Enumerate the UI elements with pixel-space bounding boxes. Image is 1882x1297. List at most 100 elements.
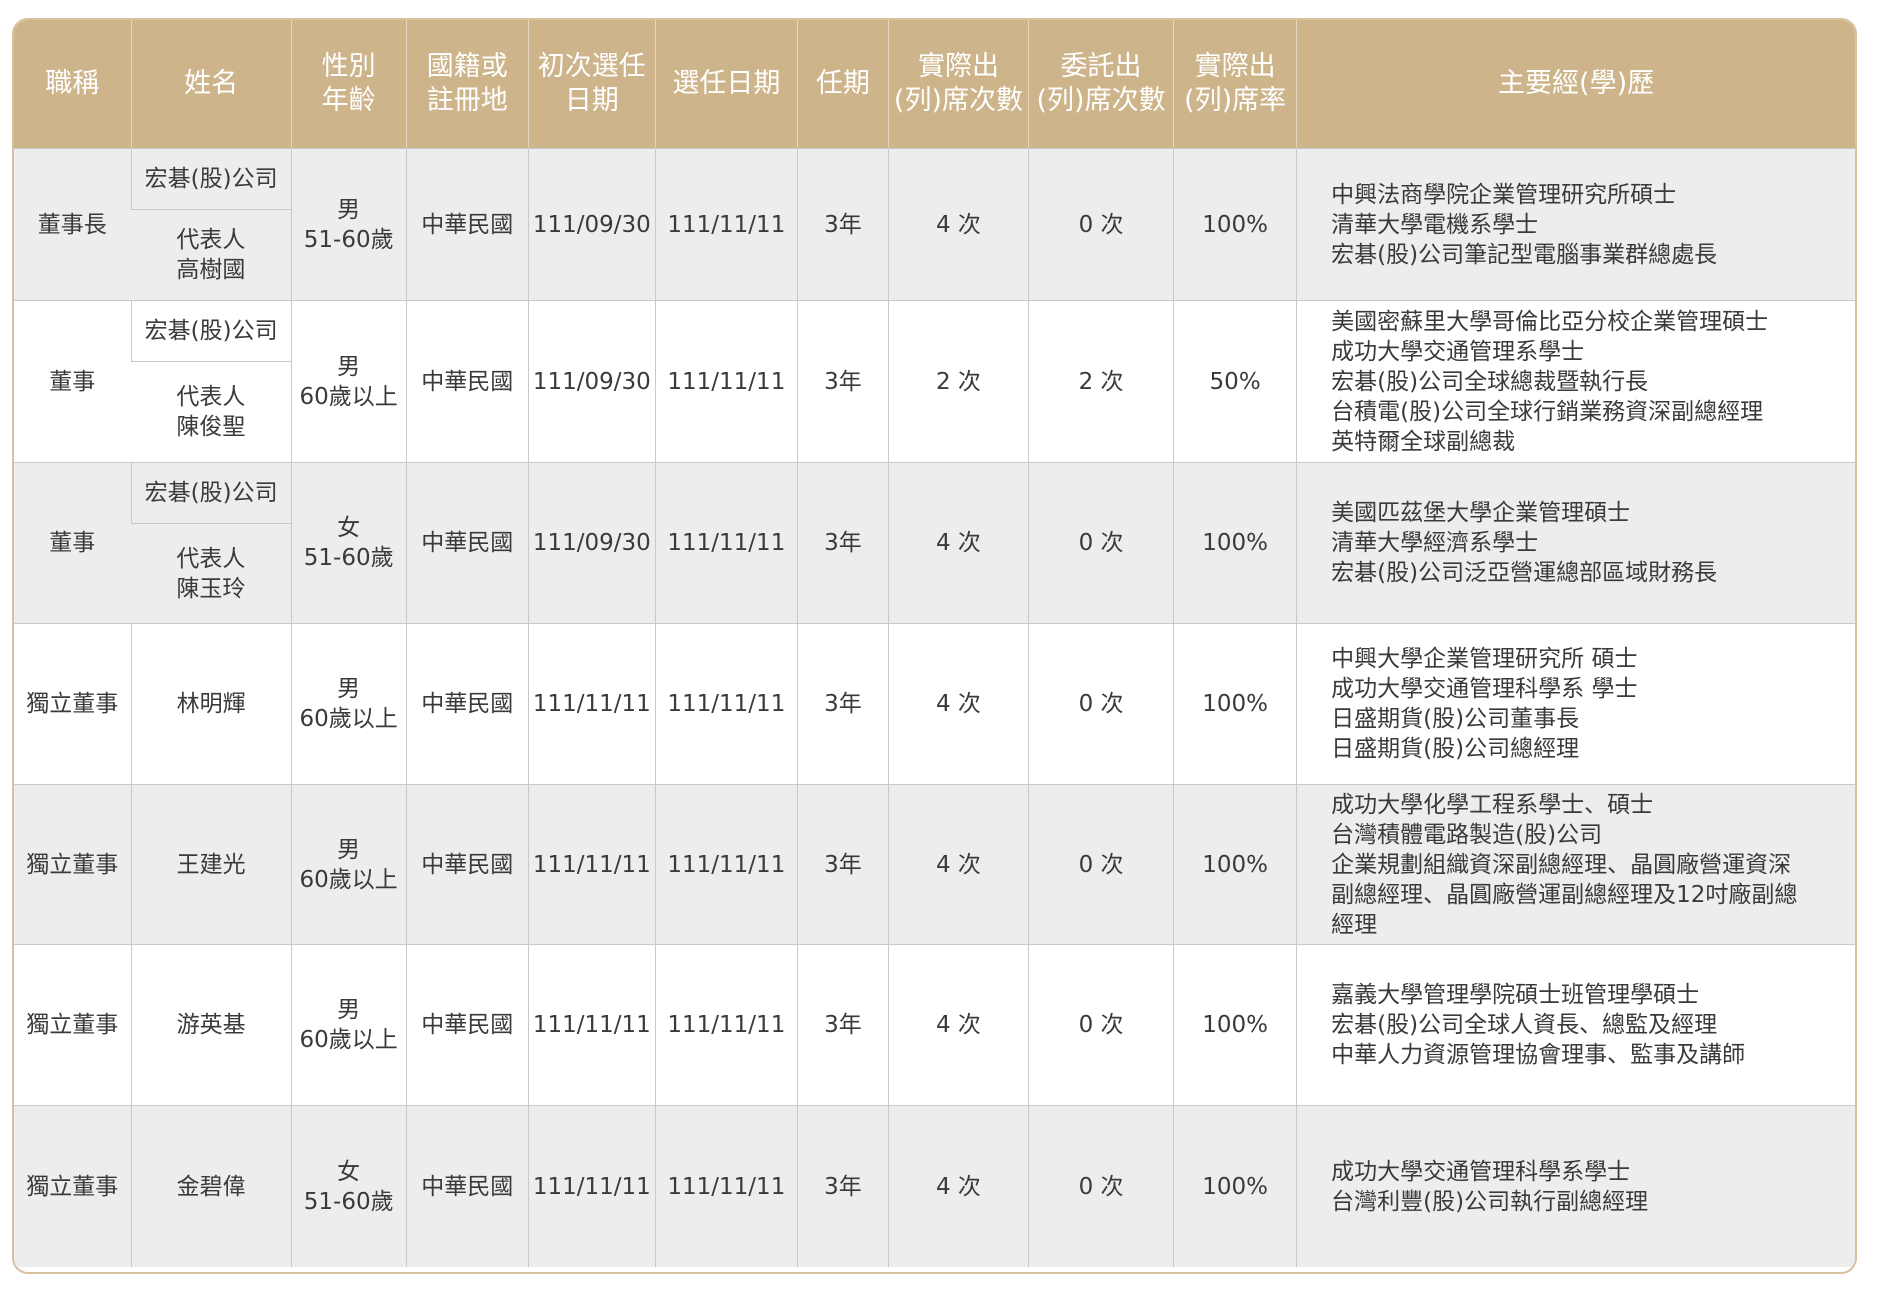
cell-title: 董事長 (14, 148, 132, 301)
header-row: 職稱 姓名 性別 年齡 國籍或 註冊地 初次選任 日期 選任日期 任期 實際出 (列)席… (14, 20, 1855, 149)
cell-gender-age: 男 60歲以上 (290, 300, 407, 463)
cell-name: 游英基 (130, 944, 292, 1106)
cell-actual-attendance: 4 次 (887, 148, 1029, 301)
cell-gender-age: 女 51-60歲 (290, 1105, 407, 1267)
header-name: 姓名 (130, 20, 292, 149)
cell-nationality: 中華民國 (405, 300, 529, 463)
cell-title: 獨立董事 (14, 784, 132, 945)
cell-first-elected: 111/09/30 (527, 300, 656, 463)
cell-nationality: 中華民國 (405, 148, 529, 301)
cell-nationality: 中華民國 (405, 1105, 529, 1267)
cell-title: 董事 (14, 300, 132, 463)
cell-elected-date: 111/11/11 (654, 462, 798, 624)
cell-actual-attendance: 4 次 (887, 623, 1029, 785)
cell-experience: 嘉義大學管理學院碩士班管理學碩士 宏碁(股)公司全球人資長、總監及經理 中華人力… (1296, 944, 1855, 1106)
header-gender-age: 性別 年齡 (290, 20, 407, 149)
cell-attendance-rate: 100% (1173, 148, 1297, 301)
cell-title: 獨立董事 (14, 623, 132, 785)
header-term: 任期 (796, 20, 889, 149)
cell-proxy-attendance: 0 次 (1027, 784, 1174, 945)
header-experience: 主要經(學)歷 (1296, 20, 1855, 149)
table-row: 獨立董事 林明輝 男 60歲以上 中華民國 111/11/11 111/11/11… (14, 623, 1855, 785)
header-elected-date: 選任日期 (654, 20, 798, 149)
cell-nationality: 中華民國 (405, 784, 529, 945)
table-row: 獨立董事 金碧偉 女 51-60歲 中華民國 111/11/11 111/11/1… (14, 1105, 1855, 1267)
header-attendance-rate: 實際出 (列)席率 (1173, 20, 1297, 149)
cell-company: 宏碁(股)公司 (130, 300, 292, 362)
cell-attendance-rate: 100% (1173, 462, 1297, 624)
cell-name: 王建光 (130, 784, 292, 945)
cell-representative: 代表人 陳俊聖 (131, 361, 292, 463)
cell-elected-date: 111/11/11 (654, 623, 798, 785)
cell-name: 林明輝 (130, 623, 292, 785)
cell-proxy-attendance: 0 次 (1027, 944, 1174, 1106)
cell-experience: 成功大學化學工程系學士、碩士 台灣積體電路製造(股)公司 企業規劃組織資深副總經… (1296, 784, 1855, 945)
cell-experience: 美國匹茲堡大學企業管理碩士 清華大學經濟系學士 宏碁(股)公司泛亞營運總部區域財… (1296, 462, 1855, 624)
cell-term: 3年 (796, 462, 889, 624)
cell-experience: 美國密蘇里大學哥倫比亞分校企業管理碩士 成功大學交通管理系學士 宏碁(股)公司全… (1296, 300, 1855, 463)
cell-name: 金碧偉 (130, 1105, 292, 1267)
cell-term: 3年 (796, 944, 889, 1106)
cell-term: 3年 (796, 300, 889, 463)
cell-first-elected: 111/09/30 (527, 148, 656, 301)
cell-gender-age: 男 60歲以上 (290, 623, 407, 785)
cell-gender-age: 男 51-60歲 (290, 148, 407, 301)
cell-elected-date: 111/11/11 (654, 784, 798, 945)
cell-first-elected: 111/11/11 (527, 784, 656, 945)
header-first-elected: 初次選任 日期 (527, 20, 656, 149)
cell-proxy-attendance: 0 次 (1027, 1105, 1174, 1267)
cell-title: 獨立董事 (14, 1105, 132, 1267)
header-nationality: 國籍或 註冊地 (405, 20, 529, 149)
cell-company: 宏碁(股)公司 (130, 462, 292, 524)
cell-first-elected: 111/09/30 (527, 462, 656, 624)
cell-attendance-rate: 100% (1173, 623, 1297, 785)
cell-gender-age: 男 60歲以上 (290, 784, 407, 945)
cell-first-elected: 111/11/11 (527, 944, 656, 1106)
cell-first-elected: 111/11/11 (527, 623, 656, 785)
cell-experience: 中興法商學院企業管理研究所碩士 清華大學電機系學士 宏碁(股)公司筆記型電腦事業… (1296, 148, 1855, 301)
cell-title: 董事 (14, 462, 132, 624)
cell-attendance-rate: 100% (1173, 784, 1297, 945)
cell-representative: 代表人 陳玉玲 (131, 523, 292, 624)
cell-term: 3年 (796, 623, 889, 785)
header-actual-attendance: 實際出 (列)席次數 (887, 20, 1029, 149)
cell-experience: 成功大學交通管理科學系學士 台灣利豐(股)公司執行副總經理 (1296, 1105, 1855, 1267)
directors-table: 職稱 姓名 性別 年齡 國籍或 註冊地 初次選任 日期 選任日期 任期 實際出 (列)席… (14, 20, 1855, 1267)
cell-actual-attendance: 4 次 (887, 462, 1029, 624)
table-row: 董事長 宏碁(股)公司 男 51-60歲 中華民國 111/09/30 111/1… (14, 148, 1855, 301)
cell-nationality: 中華民國 (405, 623, 529, 785)
cell-first-elected: 111/11/11 (527, 1105, 656, 1267)
table-row: 獨立董事 王建光 男 60歲以上 中華民國 111/11/11 111/11/11… (14, 784, 1855, 945)
cell-actual-attendance: 4 次 (887, 944, 1029, 1106)
cell-elected-date: 111/11/11 (654, 944, 798, 1106)
cell-elected-date: 111/11/11 (654, 1105, 798, 1267)
header-proxy-attendance: 委託出 (列)席次數 (1027, 20, 1174, 149)
cell-term: 3年 (796, 1105, 889, 1267)
cell-proxy-attendance: 0 次 (1027, 148, 1174, 301)
cell-title: 獨立董事 (14, 944, 132, 1106)
cell-attendance-rate: 50% (1173, 300, 1297, 463)
cell-proxy-attendance: 0 次 (1027, 623, 1174, 785)
header-title: 職稱 (14, 20, 132, 149)
cell-actual-attendance: 4 次 (887, 784, 1029, 945)
cell-proxy-attendance: 0 次 (1027, 462, 1174, 624)
cell-company: 宏碁(股)公司 (130, 148, 292, 210)
cell-proxy-attendance: 2 次 (1027, 300, 1174, 463)
cell-elected-date: 111/11/11 (654, 300, 798, 463)
cell-gender-age: 男 60歲以上 (290, 944, 407, 1106)
cell-experience: 中興大學企業管理研究所 碩士 成功大學交通管理科學系 學士 日盛期貨(股)公司董… (1296, 623, 1855, 785)
cell-actual-attendance: 4 次 (887, 1105, 1029, 1267)
cell-gender-age: 女 51-60歲 (290, 462, 407, 624)
cell-elected-date: 111/11/11 (654, 148, 798, 301)
directors-table-frame: 職稱 姓名 性別 年齡 國籍或 註冊地 初次選任 日期 選任日期 任期 實際出 (列)席… (12, 18, 1857, 1274)
table-row: 獨立董事 游英基 男 60歲以上 中華民國 111/11/11 111/11/11… (14, 944, 1855, 1106)
cell-attendance-rate: 100% (1173, 1105, 1297, 1267)
table-row: 董事 宏碁(股)公司 男 60歲以上 中華民國 111/09/30 111/11/… (14, 300, 1855, 463)
cell-term: 3年 (796, 784, 889, 945)
cell-representative: 代表人 高樹國 (131, 209, 292, 301)
cell-nationality: 中華民國 (405, 462, 529, 624)
table-row: 董事 宏碁(股)公司 女 51-60歲 中華民國 111/09/30 111/11… (14, 462, 1855, 624)
cell-attendance-rate: 100% (1173, 944, 1297, 1106)
cell-actual-attendance: 2 次 (887, 300, 1029, 463)
cell-term: 3年 (796, 148, 889, 301)
